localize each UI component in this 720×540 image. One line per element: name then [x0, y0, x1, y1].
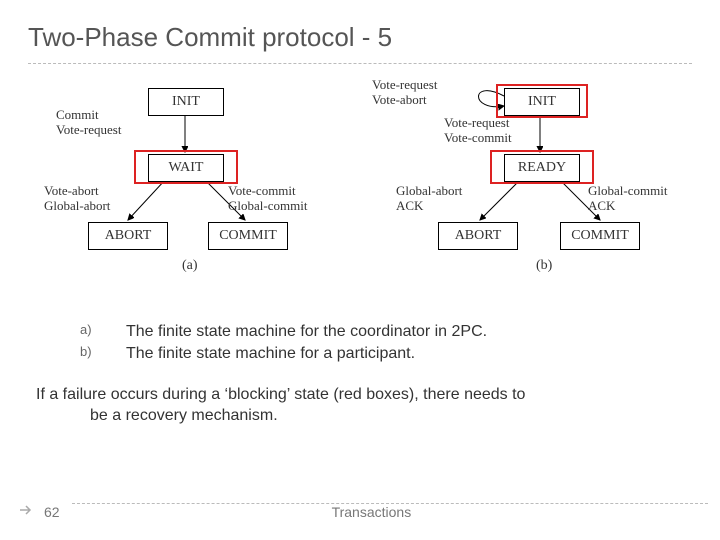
label-b-voterequest-votecommit: Vote-requestVote-commit	[444, 116, 512, 146]
label-a-votecommit-globalcommit: Vote-commitGlobal-commit	[228, 184, 307, 214]
footer-label: Transactions	[332, 504, 412, 520]
diagrams-container: INIT WAIT ABORT COMMIT CommitVote-reques…	[0, 72, 720, 307]
list-item-b: b) The finite state machine for a partic…	[80, 343, 720, 365]
caption-b: (b)	[536, 258, 552, 274]
list-letter-b: b)	[80, 343, 98, 365]
recovery-line-2: be a recovery mechanism.	[36, 405, 684, 427]
label-a-commit-voterequest: CommitVote-request	[56, 108, 121, 138]
list-text-a: The finite state machine for the coordin…	[126, 321, 487, 343]
slide-title: Two-Phase Commit protocol - 5	[0, 0, 720, 63]
recovery-note: If a failure occurs during a ‘blocking’ …	[36, 384, 684, 427]
list-item-a: a) The finite state machine for the coor…	[80, 321, 720, 343]
label-a-voteabort-globalabort: Vote-abortGlobal-abort	[44, 184, 110, 214]
recovery-line-1: If a failure occurs during a ‘blocking’ …	[36, 384, 684, 406]
highlight-a-wait	[134, 150, 238, 184]
title-divider	[28, 63, 692, 64]
slide-footer: 62 Transactions	[0, 503, 720, 520]
page-number: 62	[44, 504, 60, 520]
list-letter-a: a)	[80, 321, 98, 343]
label-b-voterequest-voteabort: Vote-requestVote-abort	[372, 78, 437, 108]
diagram-b: INIT READY ABORT COMMIT Vote-requestVote…	[400, 72, 720, 287]
state-b-commit: COMMIT	[560, 222, 640, 250]
description-list: a) The finite state machine for the coor…	[80, 321, 720, 366]
state-a-init: INIT	[148, 88, 224, 116]
caption-a: (a)	[182, 258, 198, 274]
label-b-globalabort-ack: Global-abortACK	[396, 184, 462, 214]
highlight-b-init	[496, 84, 588, 118]
state-a-commit: COMMIT	[208, 222, 288, 250]
label-b-globalcommit-ack: Global-commitACK	[588, 184, 667, 214]
state-a-abort: ABORT	[88, 222, 168, 250]
footer-arrow-icon	[18, 503, 34, 520]
footer-divider: Transactions	[72, 503, 708, 520]
diagram-a: INIT WAIT ABORT COMMIT CommitVote-reques…	[50, 72, 370, 287]
state-b-abort: ABORT	[438, 222, 518, 250]
list-text-b: The finite state machine for a participa…	[126, 343, 415, 365]
highlight-b-ready	[490, 150, 594, 184]
